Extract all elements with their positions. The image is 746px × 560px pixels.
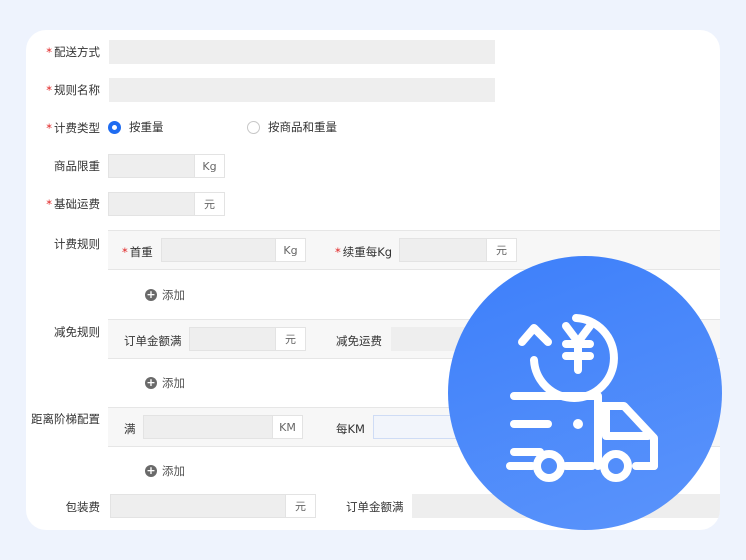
first-weight-label: * 首重: [122, 245, 153, 259]
add-label: 添加: [162, 376, 185, 390]
base-freight-field[interactable]: [109, 193, 194, 215]
weight-limit-label: 商品限重: [54, 159, 100, 173]
distance-tiers-add-button[interactable]: + 添加: [145, 463, 185, 479]
base-freight-label: * 基础运费: [46, 197, 100, 211]
unit-suffix: 元: [194, 193, 224, 215]
rule-name-input[interactable]: [109, 78, 495, 102]
order-amount-field[interactable]: [190, 328, 275, 350]
distance-tiers-label: 距离阶梯配置: [31, 412, 100, 426]
unit-suffix: KM: [272, 416, 302, 438]
extra-per-kg-label: * 续重每Kg: [335, 245, 393, 259]
unit-suffix: 元: [275, 328, 305, 350]
radio-selected-icon: [108, 120, 121, 134]
full-km-input[interactable]: KM: [143, 415, 303, 439]
add-label: 添加: [162, 288, 185, 302]
full-km-label: 满: [124, 422, 136, 436]
billing-type-by-product-weight-radio[interactable]: 按商品和重量: [247, 119, 337, 135]
delivery-method-input[interactable]: [109, 40, 495, 64]
discount-rules-label: 减免规则: [54, 325, 100, 339]
full-km-field[interactable]: [144, 416, 272, 438]
billing-rules-label: 计费规则: [54, 237, 100, 251]
radio-unselected-icon: [247, 120, 260, 134]
required-asterisk: *: [46, 45, 52, 59]
order-amount-input[interactable]: 元: [189, 327, 306, 351]
plus-circle-icon: +: [145, 376, 157, 389]
unit-suffix: Kg: [194, 155, 224, 177]
radio-label: 按重量: [129, 120, 164, 134]
waive-freight-label: 减免运费: [336, 334, 382, 348]
base-freight-input[interactable]: 元: [108, 192, 225, 216]
first-weight-input[interactable]: Kg: [161, 238, 306, 262]
unit-suffix: 元: [285, 495, 315, 517]
delivery-truck-yuan-refund-icon: [506, 314, 658, 482]
add-label: 添加: [162, 464, 185, 478]
billing-type-by-weight-radio[interactable]: 按重量: [108, 119, 164, 135]
first-weight-field[interactable]: [162, 239, 275, 261]
packaging-fee-label: 包装费: [65, 500, 101, 514]
packaging-order-amount-label: 订单金额满: [346, 500, 404, 514]
packaging-fee-input[interactable]: 元: [110, 494, 316, 518]
billing-type-label: * 计费类型: [46, 121, 100, 135]
rule-name-label: * 规则名称: [46, 83, 100, 97]
weight-limit-input[interactable]: Kg: [108, 154, 225, 178]
packaging-fee-field[interactable]: [111, 495, 285, 517]
billing-rules-add-button[interactable]: + 添加: [145, 287, 185, 303]
radio-label: 按商品和重量: [268, 120, 337, 134]
plus-circle-icon: +: [145, 464, 157, 477]
required-asterisk: *: [46, 83, 52, 97]
weight-limit-field[interactable]: [109, 155, 194, 177]
per-km-label: 每KM: [336, 422, 365, 436]
plus-circle-icon: +: [145, 288, 157, 301]
delivery-badge: [448, 256, 722, 530]
discount-rules-add-button[interactable]: + 添加: [145, 375, 185, 391]
required-asterisk: *: [335, 245, 341, 259]
unit-suffix: Kg: [275, 239, 305, 261]
required-asterisk: *: [46, 197, 52, 211]
required-asterisk: *: [122, 245, 128, 259]
required-asterisk: *: [46, 121, 52, 135]
order-amount-label: 订单金额满: [124, 334, 182, 348]
delivery-method-label: * 配送方式: [46, 45, 100, 59]
